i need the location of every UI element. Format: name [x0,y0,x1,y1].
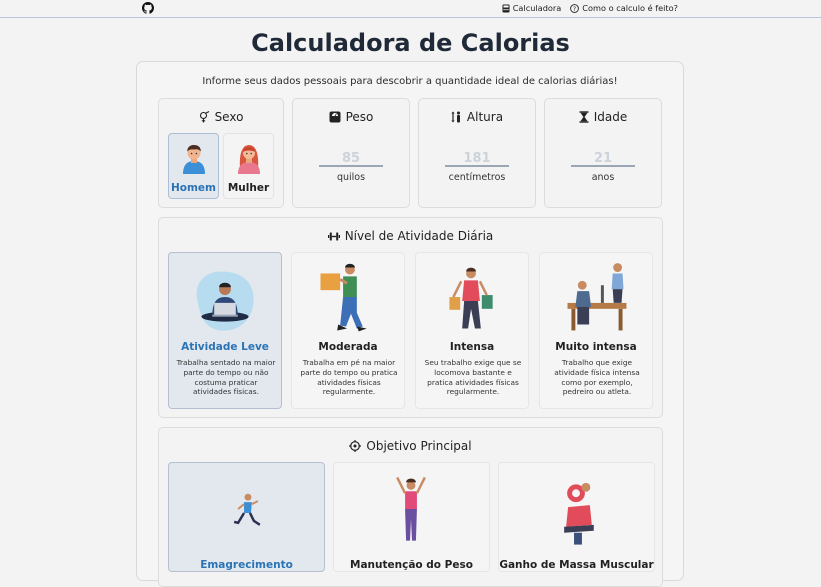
activity-name-leve: Atividade Leve [181,341,269,353]
page-title: Calculadora de Calorias [251,29,570,57]
intro-text: Informe seus dados pessoais para descobr… [202,76,618,87]
activity-desc-intensa: Seu trabalho exige que se locomova basta… [424,358,522,397]
height-title: Altura [466,110,504,124]
nav-calculadora-link[interactable]: Calculadora [502,3,562,13]
calculator-card: Informe seus dados pessoais para descobr… [136,61,684,587]
age-panel: Idade anos [544,98,662,208]
nav-como-calculo-link[interactable]: ? Como o calculo é feito? [570,3,678,13]
weight-input[interactable] [319,151,383,167]
activity-name-intensa: Intensa [449,341,495,353]
woman-avatar-icon [238,145,260,174]
age-input[interactable] [571,151,635,167]
activity-panel: Nível de Atividade Diária Atividade Leve… [158,217,663,418]
hourglass-icon [579,111,589,123]
sex-panel: Sexo Homem Mulher [158,98,284,208]
activity-option-intensa[interactable]: Intensa Seu trabalho exige que se locomo… [415,252,529,409]
activity-desc-moderada: Trabalha em pé na maior parte do tempo o… [300,358,398,397]
goal-title: Objetivo Principal [366,439,472,453]
height-input[interactable] [445,151,509,167]
dumbbell-icon [327,232,340,240]
weight-title: Peso [345,110,374,124]
goal-option-manutencao[interactable]: Manutenção do Peso [333,462,490,572]
gender-icon [199,111,209,123]
person-lifting-weights-illustration [564,482,594,545]
gender-label-homem: Homem [170,182,216,194]
gender-option-homem[interactable]: Homem [168,133,219,199]
nav-como-calculo-label: Como o calculo é feito? [582,3,678,13]
github-icon[interactable] [142,2,154,14]
goal-option-ganho-massa[interactable]: Ganho de Massa Muscular [498,462,655,572]
goal-option-emagrecimento[interactable]: Emagrecimento [168,462,325,572]
person-arms-raised-illustration [396,476,426,541]
question-circle-icon: ? [570,3,580,13]
person-with-shopping-bags-illustration [449,267,493,329]
goal-name-ganho-massa: Ganho de Massa Muscular [499,559,654,571]
svg-text:?: ? [573,5,576,12]
activity-option-leve[interactable]: Atividade Leve Trabalha sentado na maior… [168,252,282,409]
age-unit: anos [591,172,615,183]
height-unit: centímetros [448,172,506,183]
gender-option-mulher[interactable]: Mulher [223,133,274,199]
activity-option-muito-intensa[interactable]: Muito intensa Trabalho que exige ativida… [539,252,653,409]
activity-desc-muito-intensa: Trabalho que exige atividade física inte… [554,358,640,397]
person-sitting-laptop-illustration [196,271,254,331]
goal-name-manutencao: Manutenção do Peso [350,559,473,571]
crosshair-icon [349,440,362,452]
activity-option-moderada[interactable]: Moderada Trabalha em pé na maior parte d… [291,252,405,409]
nav-calculadora-label: Calculadora [512,3,562,13]
gender-label-mulher: Mulher [227,182,270,194]
calculator-icon [502,4,510,12]
top-navbar: Calculadora ? Como o calculo é feito? [0,0,821,18]
height-panel: Altura centímetros [418,98,536,208]
person-carrying-box-illustration [320,263,367,332]
activity-name-moderada: Moderada [318,341,378,353]
workers-construction-illustration [567,263,627,331]
activity-title: Nível de Atividade Diária [344,229,494,243]
person-running-illustration [233,493,261,526]
activity-desc-leve: Trabalha sentado na maior parte do tempo… [176,358,276,397]
height-icon [451,111,460,123]
goal-name-emagrecimento: Emagrecimento [200,559,293,571]
weight-panel: Peso quilos [292,98,410,208]
sex-title: Sexo [214,110,244,124]
weight-unit: quilos [336,172,366,183]
age-title: Idade [593,110,628,124]
man-avatar-icon [183,145,205,174]
scale-icon [329,111,341,123]
goal-panel: Objetivo Principal Emagrecimento Manuten… [158,427,663,587]
activity-name-muito-intensa: Muito intensa [555,341,637,353]
